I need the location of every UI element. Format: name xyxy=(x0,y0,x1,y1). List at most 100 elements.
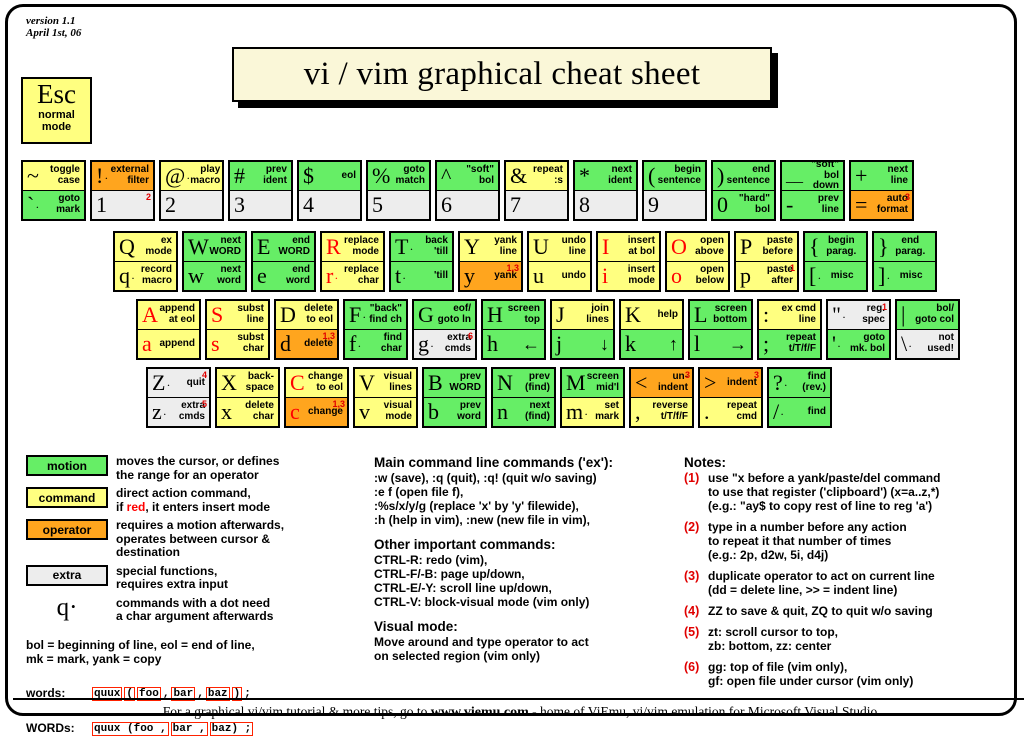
key-half-top[interactable]: Mscreen mid'l xyxy=(562,369,623,398)
key-half-bottom[interactable]: 12 xyxy=(92,190,153,219)
key-n[interactable]: Nprev (find) n next (find) xyxy=(491,367,556,428)
key-;[interactable]: : ex cmd line; repeat t/T/f/F xyxy=(757,299,822,360)
key-half-bottom[interactable]: [· misc xyxy=(805,261,866,290)
key-half-bottom[interactable]: c change 1,3 xyxy=(286,397,347,426)
key-p[interactable]: Ppaste before p paste after 1 xyxy=(734,231,799,292)
key-half-bottom[interactable]: , reverse t/T/f/F xyxy=(631,397,692,426)
key-half-bottom[interactable]: ' · goto mk. bol xyxy=(828,329,889,358)
key-half-top[interactable]: * next ident xyxy=(575,162,636,191)
key-half-bottom[interactable]: q · record macro xyxy=(115,261,176,290)
key-half-top[interactable]: @ · play macro xyxy=(161,162,222,191)
key-half-bottom[interactable]: l → xyxy=(690,329,751,358)
key-half-top[interactable]: __ "soft" bol down xyxy=(782,162,843,191)
key-half-bottom[interactable]: 5 xyxy=(368,190,429,219)
key-half-top[interactable]: T · back 'till xyxy=(391,233,452,262)
key-[[interactable]: {begin parag.[· misc xyxy=(803,231,868,292)
key-y[interactable]: Yyank line y yank 1,3 xyxy=(458,231,523,292)
key-i[interactable]: Iinsert at bol i insert mode xyxy=(596,231,661,292)
key-half-bottom[interactable]: 0 "hard" bol xyxy=(713,190,774,219)
key-h[interactable]: Hscreen top h ← xyxy=(481,299,546,360)
key-half-bottom[interactable]: g · extra cmds 6 xyxy=(414,329,475,358)
key-2[interactable]: @ · play macro 2 xyxy=(159,160,224,221)
key-half-bottom[interactable]: w next word xyxy=(184,261,245,290)
key-half-bottom[interactable]: d delete 1,3 xyxy=(276,329,337,358)
key-half-top[interactable]: F · "back" find ch xyxy=(345,301,406,330)
key-half-bottom[interactable]: v visual mode xyxy=(355,397,416,426)
key-half-top[interactable]: {begin parag. xyxy=(805,233,866,262)
key-r[interactable]: Rreplace mode r · replace char xyxy=(320,231,385,292)
key-half-top[interactable]: Wnext WORD xyxy=(184,233,245,262)
key-half-top[interactable]: Rreplace mode xyxy=(322,233,383,262)
key-c[interactable]: Cchange to eol c change 1,3 xyxy=(284,367,349,428)
key-half-bottom[interactable]: k ↑ xyxy=(621,329,682,358)
key-half-top[interactable]: Uundo line xyxy=(529,233,590,262)
key-half-bottom[interactable]: ` · goto mark xyxy=(23,190,84,219)
key-half-top[interactable]: Qex mode xyxy=(115,233,176,262)
key-half-bottom[interactable]: r · replace char xyxy=(322,261,383,290)
key-half-bottom[interactable]: 7 xyxy=(506,190,567,219)
key-half-top[interactable]: Khelp xyxy=(621,301,682,330)
key-half-bottom[interactable]: 8 xyxy=(575,190,636,219)
key-u[interactable]: Uundo line u undo xyxy=(527,231,592,292)
key-half-bottom[interactable]: t · 'till xyxy=(391,261,452,290)
key-half-top[interactable]: Nprev (find) xyxy=(493,369,554,398)
key-half-top[interactable]: Iinsert at bol xyxy=(598,233,659,262)
footer-site-link[interactable]: www.viemu.com xyxy=(431,705,529,720)
key-half-bottom[interactable]: u undo xyxy=(529,261,590,290)
key-\[interactable]: | bol/ goto col \ · not used! xyxy=(895,299,960,360)
key-half-top[interactable]: } end parag. xyxy=(874,233,935,262)
key-half-bottom[interactable]: 4 xyxy=(299,190,360,219)
key-f[interactable]: F · "back" find ch f · find char xyxy=(343,299,408,360)
key-half-bottom[interactable]: 3 xyxy=(230,190,291,219)
key-half-top[interactable]: Jjoin lines xyxy=(552,301,613,330)
key-half-top[interactable]: Cchange to eol xyxy=(286,369,347,398)
key-half-top[interactable]: # prev ident xyxy=(230,162,291,191)
key-g[interactable]: Geof/ goto ln g · extra cmds 6 xyxy=(412,299,477,360)
key-1[interactable]: ! · external filter 1 2 xyxy=(90,160,155,221)
key-half-top[interactable]: Aappend at eol xyxy=(138,301,199,330)
key-half-top[interactable]: & repeat :s xyxy=(506,162,567,191)
key-esc[interactable]: Esc normal mode xyxy=(21,77,92,144)
key-half-bottom[interactable]: z · extra cmds 5 xyxy=(148,397,209,426)
key-half-top[interactable]: : ex cmd line xyxy=(759,301,820,330)
key-5[interactable]: % goto match 5 xyxy=(366,160,431,221)
key-half-bottom[interactable]: j ↓ xyxy=(552,329,613,358)
key-half-bottom[interactable]: a append xyxy=(138,329,199,358)
key-half-bottom[interactable]: 6 xyxy=(437,190,498,219)
key-half-bottom[interactable]: y yank 1,3 xyxy=(460,261,521,290)
key-half-bottom[interactable]: b prev word xyxy=(424,397,485,426)
key-'[interactable]: " · reg. spec 1 ' · goto mk. bol xyxy=(826,299,891,360)
key-/[interactable]: ? · find (rev.) / · find xyxy=(767,367,832,428)
key-half-top[interactable]: + next line xyxy=(851,162,912,191)
key-z[interactable]: Z · quit 4 z · extra cmds 5 xyxy=(146,367,211,428)
key-half-bottom[interactable]: f · find char xyxy=(345,329,406,358)
key-half-bottom[interactable]: m · set mark xyxy=(562,397,623,426)
key-half-bottom[interactable]: ; repeat t/T/f/F xyxy=(759,329,820,358)
key-half-top[interactable]: ^ "soft" bol xyxy=(437,162,498,191)
key-half-top[interactable]: Oopen above xyxy=(667,233,728,262)
key-half-bottom[interactable]: \ · not used! xyxy=(897,329,958,358)
key-q[interactable]: Qex mode q · record macro xyxy=(113,231,178,292)
key-s[interactable]: Ssubst line s subst char xyxy=(205,299,270,360)
key-d[interactable]: Ddelete to eol d delete 1,3 xyxy=(274,299,339,360)
key-half-bottom[interactable]: i insert mode xyxy=(598,261,659,290)
key-half-top[interactable]: % goto match xyxy=(368,162,429,191)
key-b[interactable]: Bprev WORD b prev word xyxy=(422,367,487,428)
key-half-top[interactable]: ) end sentence xyxy=(713,162,774,191)
key-,[interactable]: < un- indent 3, reverse t/T/f/F xyxy=(629,367,694,428)
key-half-top[interactable]: Ddelete to eol xyxy=(276,301,337,330)
key-l[interactable]: Lscreen bottom l → xyxy=(688,299,753,360)
key-half-top[interactable]: Lscreen bottom xyxy=(690,301,751,330)
key-x[interactable]: Xback- space x delete char xyxy=(215,367,280,428)
key-half-top[interactable]: Eend WORD xyxy=(253,233,314,262)
key-.[interactable]: > indent 3. repeat cmd xyxy=(698,367,763,428)
key-half-top[interactable]: Ppaste before xyxy=(736,233,797,262)
key-half-top[interactable]: Bprev WORD xyxy=(424,369,485,398)
key-e[interactable]: Eend WORD e end word xyxy=(251,231,316,292)
key-half-top[interactable]: Hscreen top xyxy=(483,301,544,330)
key-half-bottom[interactable]: 2 xyxy=(161,190,222,219)
key-half-top[interactable]: Z · quit 4 xyxy=(148,369,209,398)
key-half-bottom[interactable]: n next (find) xyxy=(493,397,554,426)
key-half-top[interactable]: (begin sentence xyxy=(644,162,705,191)
key-half-bottom[interactable]: p paste after 1 xyxy=(736,261,797,290)
